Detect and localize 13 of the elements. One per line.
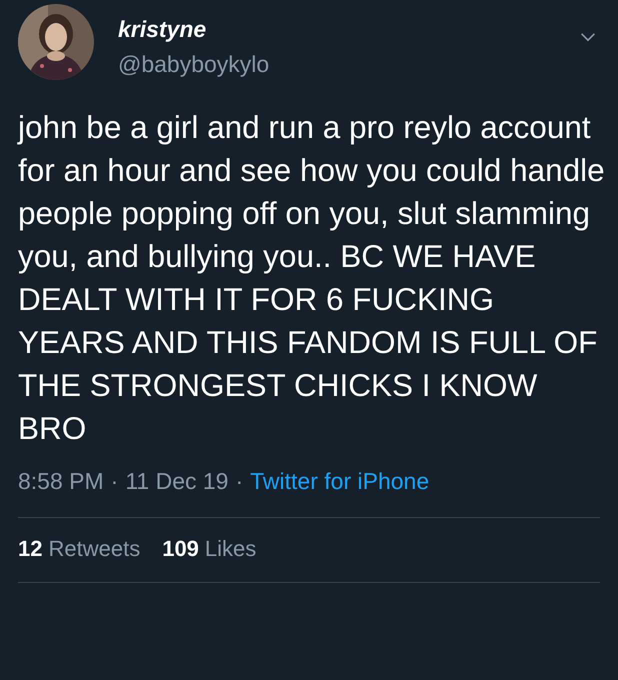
stat-label[interactable]: Likes: [204, 536, 256, 562]
separator-dot: ·: [110, 468, 118, 495]
tweet-time: 8:58 PM: [18, 468, 104, 495]
display-name[interactable]: kristyne: [118, 16, 580, 43]
stat-count[interactable]: 109: [162, 536, 199, 562]
chevron-down-icon[interactable]: [580, 32, 596, 42]
tweet-date: 11 Dec 19: [125, 468, 228, 495]
stat-count[interactable]: 12: [18, 536, 42, 562]
tweet-text: john be a girl and run a pro reylo account for an hour and see how you could handle people popping off on you, slut slamming you, and bullying you.. BC WE HAVE DEALT WITH IT FOR 6 FUCKING YEARS AND THIS FANDOM IS FULL OF THE STRONGEST CHICKS I KNOW BRO: [18, 108, 606, 448]
separator-dot: ·: [235, 468, 244, 495]
stat-label[interactable]: Retweets: [48, 536, 140, 562]
user-handle[interactable]: @babyboykylo: [118, 51, 580, 78]
source-link[interactable]: Twitter for iPhone: [250, 468, 430, 495]
